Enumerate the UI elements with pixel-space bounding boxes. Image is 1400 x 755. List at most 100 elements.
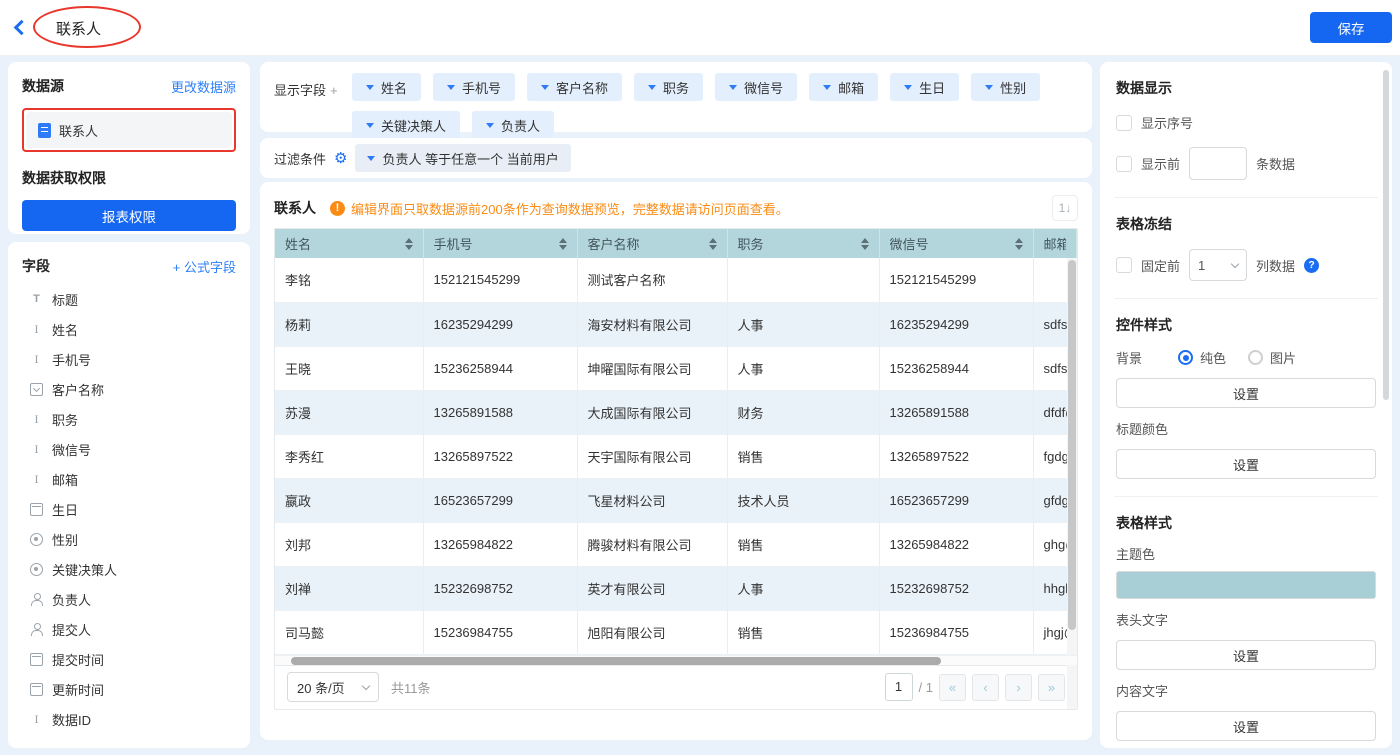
table-cell: 16235294299	[879, 302, 1033, 346]
field-label: 负责人	[52, 590, 91, 609]
field-item[interactable]: 性别	[22, 524, 236, 554]
background-set-button[interactable]: 设置	[1116, 378, 1376, 408]
display-field-chip[interactable]: 微信号	[715, 73, 797, 101]
field-label: 生日	[52, 500, 78, 519]
back-icon[interactable]	[14, 20, 30, 36]
freeze-count-select[interactable]: 1	[1189, 249, 1247, 281]
table-cell: 16523657299	[423, 478, 577, 522]
display-field-chip[interactable]: 职务	[634, 73, 703, 101]
horizontal-scrollbar[interactable]	[275, 655, 1077, 665]
filter-condition-chip[interactable]: 负责人 等于任意一个 当前用户	[355, 144, 570, 172]
horizontal-scrollbar-thumb[interactable]	[291, 657, 941, 665]
add-formula-field-link[interactable]: + 公式字段	[173, 257, 236, 276]
row-limit-input[interactable]	[1189, 147, 1247, 180]
header-text-set-button[interactable]: 设置	[1116, 640, 1376, 670]
header-text-label: 表头文字	[1116, 610, 1376, 629]
permission-title: 数据获取权限	[22, 168, 236, 188]
preview-table-card: 联系人 ! 编辑界面只取数据源前200条作为查询数据预览，完整数据请访问页面查看…	[260, 182, 1092, 740]
display-field-chip[interactable]: 关键决策人	[352, 111, 460, 139]
chip-label: 姓名	[381, 78, 407, 97]
content-text-set-button[interactable]: 设置	[1116, 711, 1376, 741]
field-label: 更新时间	[52, 680, 104, 699]
panel-scrollbar-thumb[interactable]	[1383, 70, 1389, 400]
column-header[interactable]: 姓名	[275, 229, 423, 258]
prev-page-button[interactable]: ‹	[972, 674, 999, 701]
save-button[interactable]: 保存	[1310, 12, 1392, 43]
table-cell: 坤曜国际有限公司	[577, 346, 727, 390]
field-item[interactable]: I微信号	[22, 434, 236, 464]
table-cell: 天宇国际有限公司	[577, 434, 727, 478]
field-item[interactable]: I手机号	[22, 344, 236, 374]
sort-order-button[interactable]: 1↓	[1052, 195, 1078, 221]
display-field-chip[interactable]: 手机号	[433, 73, 515, 101]
field-item[interactable]: 提交人	[22, 614, 236, 644]
page-size-select[interactable]: 20 条/页	[287, 672, 379, 702]
show-first-checkbox[interactable]	[1116, 156, 1132, 172]
chevron-down-icon	[366, 85, 374, 90]
chevron-down-icon	[729, 85, 737, 90]
display-field-chip[interactable]: 负责人	[472, 111, 554, 139]
field-label: 微信号	[52, 440, 91, 459]
theme-color-swatch[interactable]	[1116, 571, 1376, 599]
table-cell: 人事	[727, 566, 879, 610]
show-index-checkbox[interactable]	[1116, 115, 1132, 131]
display-field-chip[interactable]: 生日	[890, 73, 959, 101]
sort-arrows-icon[interactable]	[1015, 238, 1023, 250]
column-header[interactable]: 微信号	[879, 229, 1033, 258]
column-header[interactable]: 邮箱	[1033, 229, 1077, 258]
display-field-chip[interactable]: 客户名称	[527, 73, 622, 101]
sort-arrows-icon[interactable]	[559, 238, 567, 250]
radio-icon	[30, 563, 43, 576]
last-page-button[interactable]: »	[1038, 674, 1065, 701]
radio-unselected-icon[interactable]	[1248, 350, 1263, 365]
column-header[interactable]: 客户名称	[577, 229, 727, 258]
image-radio-option[interactable]: 图片	[1248, 348, 1296, 367]
field-item[interactable]: I职务	[22, 404, 236, 434]
field-item[interactable]: 提交时间	[22, 644, 236, 674]
datasource-item-contacts[interactable]: 联系人	[26, 112, 232, 148]
field-item[interactable]: 更新时间	[22, 674, 236, 704]
display-field-chip[interactable]: 姓名	[352, 73, 421, 101]
gear-icon[interactable]: ⚙	[334, 149, 347, 167]
title-color-set-button[interactable]: 设置	[1116, 449, 1376, 479]
column-header[interactable]: 职务	[727, 229, 879, 258]
first-page-button[interactable]: «	[939, 674, 966, 701]
help-icon[interactable]: ?	[1304, 258, 1319, 273]
table-cell: 杨莉	[275, 302, 423, 346]
field-item[interactable]: I姓名	[22, 314, 236, 344]
field-item[interactable]: 客户名称	[22, 374, 236, 404]
field-item[interactable]: 关键决策人	[22, 554, 236, 584]
display-field-chip[interactable]: 邮箱	[809, 73, 878, 101]
sort-arrows-icon[interactable]	[861, 238, 869, 250]
date-icon	[30, 683, 43, 696]
vertical-scrollbar[interactable]	[1067, 258, 1077, 709]
datasource-card: 数据源 更改数据源 联系人 数据获取权限 报表权限	[8, 62, 250, 234]
table-cell: 13265897522	[423, 434, 577, 478]
field-item[interactable]: T标题	[22, 284, 236, 314]
display-field-chip[interactable]: 性别	[971, 73, 1040, 101]
title-icon: T	[30, 293, 43, 306]
add-display-field-button[interactable]: +	[330, 83, 338, 98]
chip-label: 关键决策人	[381, 116, 446, 135]
table-cell: 15232698752	[879, 566, 1033, 610]
vertical-scrollbar-thumb[interactable]	[1068, 260, 1076, 630]
sort-arrows-icon[interactable]	[405, 238, 413, 250]
radio-selected-icon[interactable]	[1178, 350, 1193, 365]
next-page-button[interactable]: ›	[1005, 674, 1032, 701]
page-number-input[interactable]: 1	[885, 673, 913, 701]
field-item[interactable]: 负责人	[22, 584, 236, 614]
freeze-checkbox[interactable]	[1116, 257, 1132, 273]
report-permission-button[interactable]: 报表权限	[22, 200, 236, 231]
column-header[interactable]: 手机号	[423, 229, 577, 258]
solid-color-radio-option[interactable]: 纯色	[1178, 348, 1226, 367]
table-cell: 腾骏材料有限公司	[577, 522, 727, 566]
fields-title: 字段	[22, 256, 50, 276]
field-item[interactable]: I数据ID	[22, 704, 236, 734]
change-datasource-link[interactable]: 更改数据源	[171, 77, 236, 96]
sort-arrows-icon[interactable]	[709, 238, 717, 250]
notice-text: 编辑界面只取数据源前200条作为查询数据预览，完整数据请访问页面查看。	[351, 199, 789, 218]
chip-label: 客户名称	[556, 78, 608, 97]
field-item[interactable]: 生日	[22, 494, 236, 524]
field-item[interactable]: I邮箱	[22, 464, 236, 494]
page-total: / 1	[919, 680, 933, 695]
